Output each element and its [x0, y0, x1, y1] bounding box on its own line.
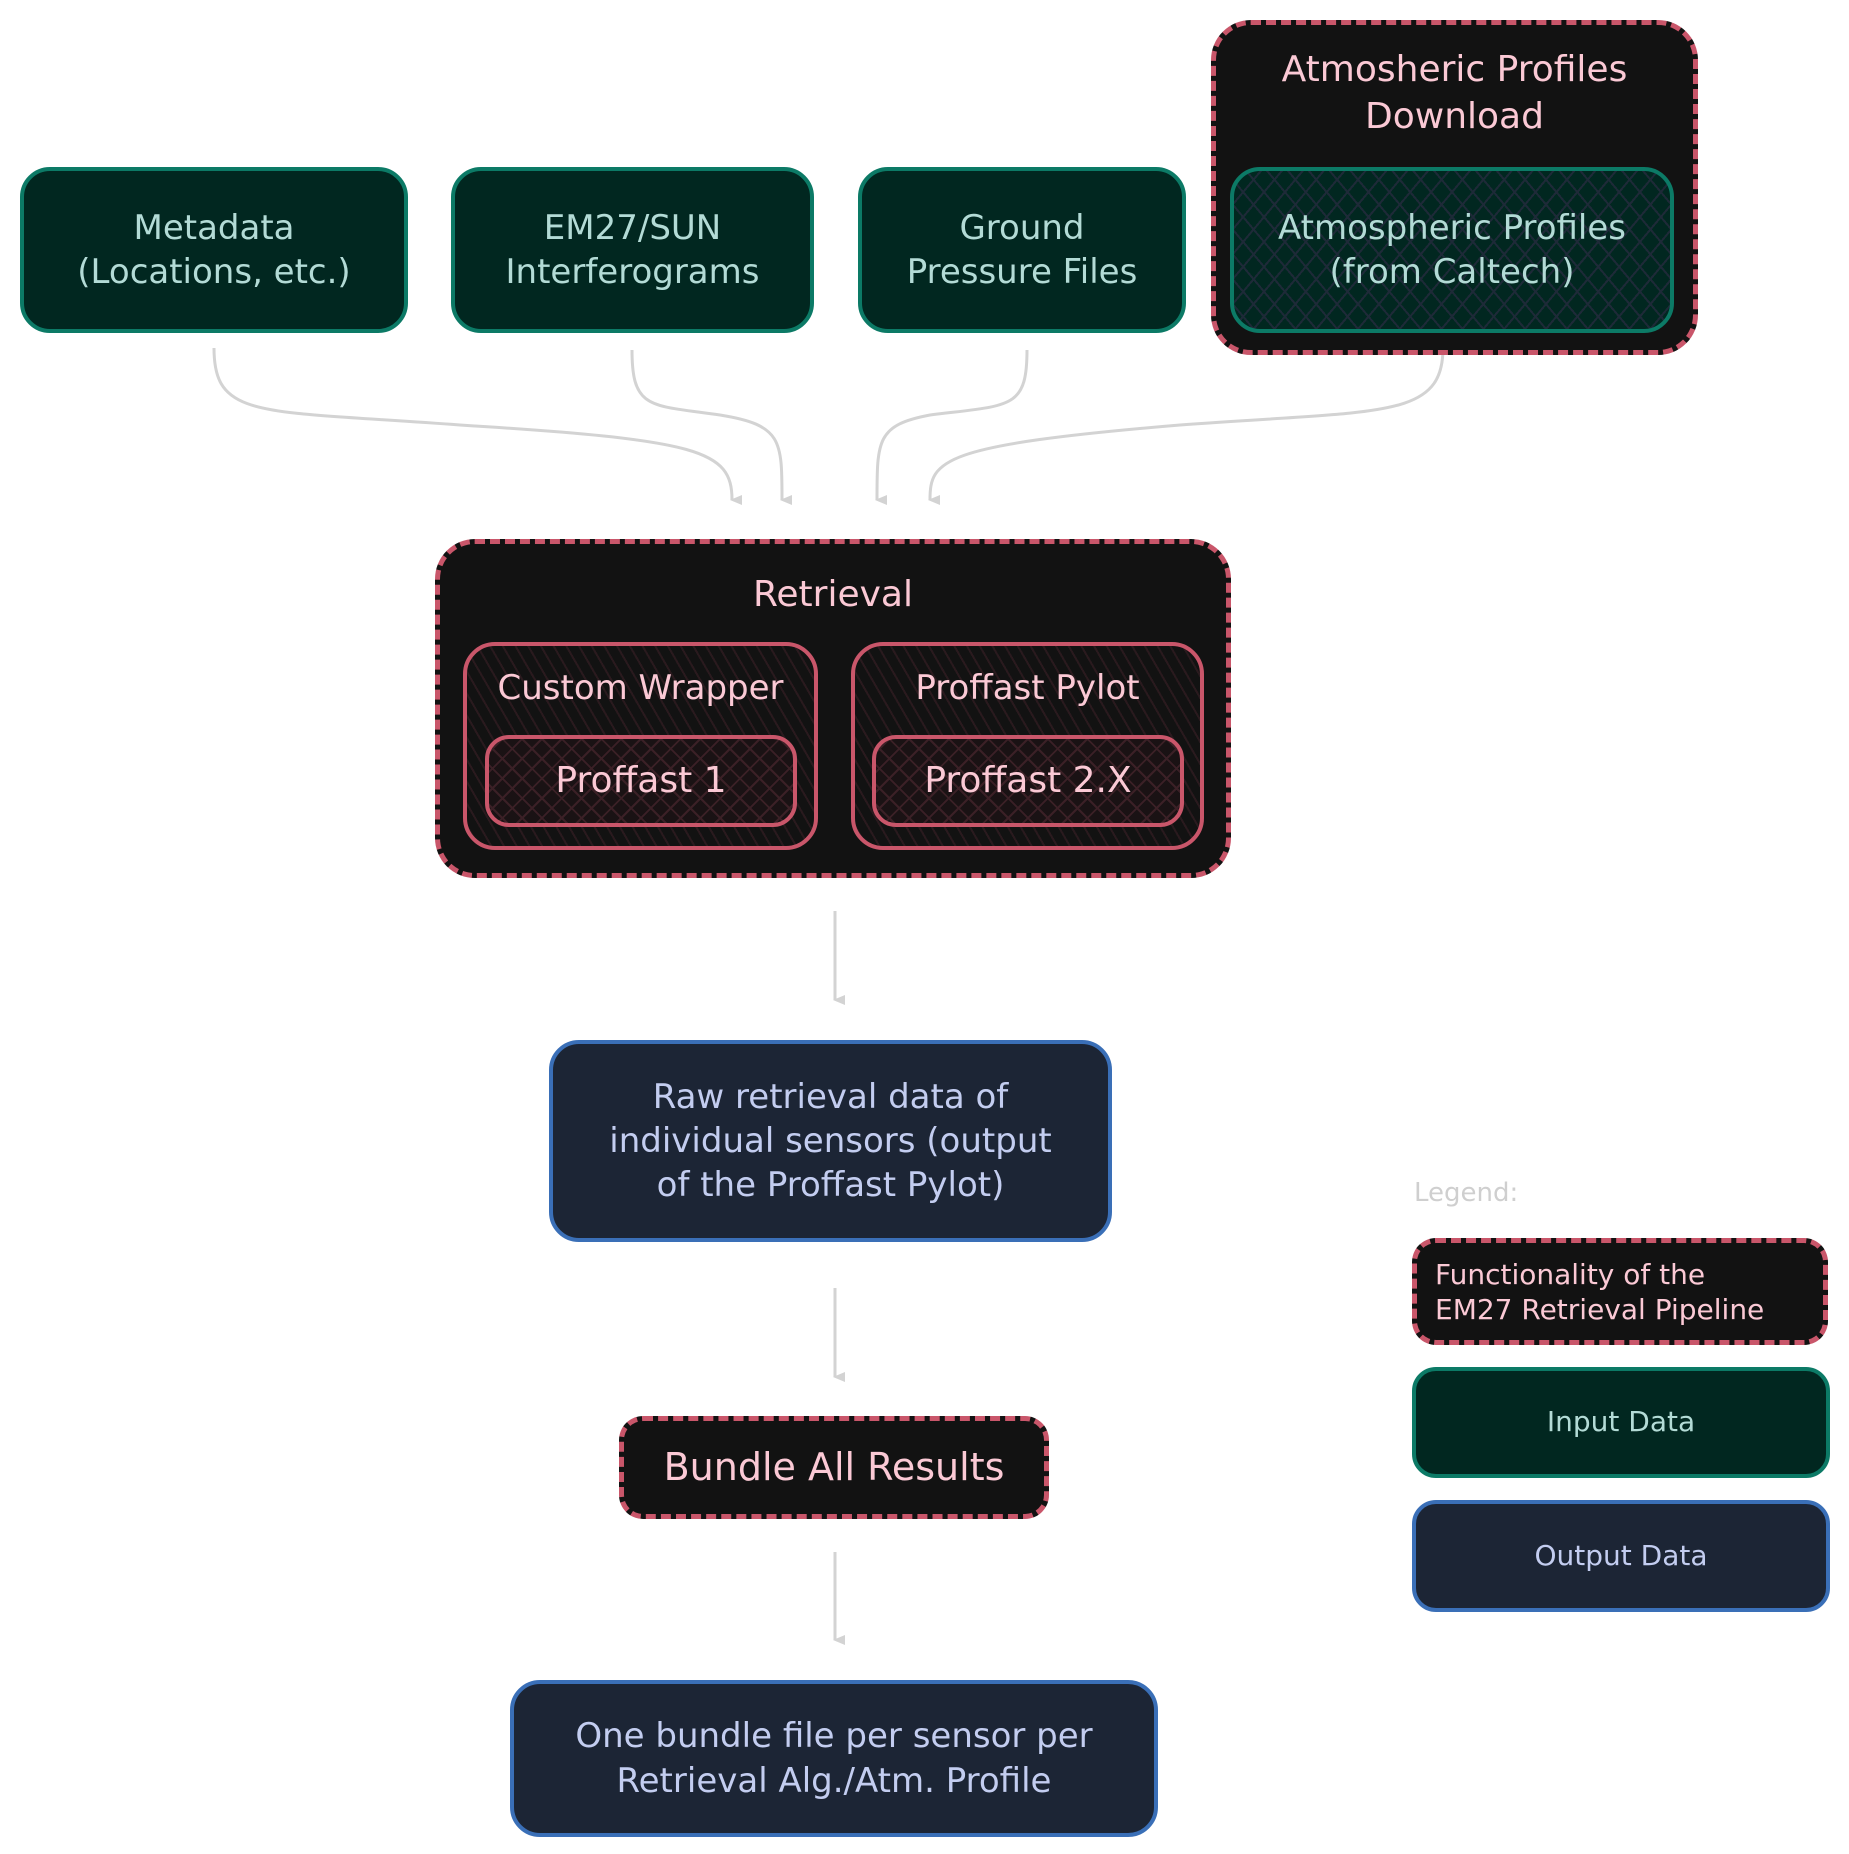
legend-input-label: Input Data	[1546, 1405, 1696, 1439]
arrow-atm-to-retrieval	[928, 347, 1445, 506]
legend-input: Input Data	[1412, 1367, 1830, 1478]
legend-functionality: Functionality of the EM27 Retrieval Pipe…	[1412, 1238, 1828, 1345]
retrieval-title: Retrieval	[753, 574, 913, 615]
proffast2-label: Proffast 2.X	[924, 759, 1132, 801]
custom-wrapper-label: Custom Wrapper	[497, 668, 784, 708]
legend-label: Legend:	[1414, 1178, 1519, 1208]
proffast2-box[interactable]: Proffast 2.X	[872, 735, 1184, 827]
input-ground-pressure-label: Ground Pressure Files	[906, 207, 1138, 292]
arrow-interferograms-to-retrieval	[630, 349, 793, 505]
input-metadata-box[interactable]: Metadata (Locations, etc.)	[20, 167, 408, 333]
atm-download-title: Atmosheric Profiles Download	[1281, 49, 1628, 137]
raw-retrieval-data-label: Raw retrieval data of individual sensors…	[609, 1076, 1052, 1206]
input-metadata-label: Metadata (Locations, etc.)	[77, 207, 351, 292]
proffast-pylot-label: Proffast Pylot	[915, 668, 1140, 708]
bundle-all-results-box[interactable]: Bundle All Results	[619, 1416, 1049, 1519]
input-ground-pressure-box[interactable]: Ground Pressure Files	[858, 167, 1186, 333]
arrow-metadata-to-retrieval	[212, 347, 743, 505]
atm-profiles-box[interactable]: Atmospheric Profiles (from Caltech)	[1230, 167, 1674, 333]
arrow-pressure-to-retrieval	[875, 349, 1029, 506]
bundle-file-label: One bundle file per sensor per Retrieval…	[575, 1716, 1093, 1801]
proffast1-label: Proffast 1	[555, 759, 727, 801]
proffast1-box[interactable]: Proffast 1	[485, 735, 797, 827]
input-interferograms-label: EM27/SUN Interferograms	[505, 207, 760, 292]
input-interferograms-box[interactable]: EM27/SUN Interferograms	[451, 167, 814, 333]
raw-retrieval-data-box[interactable]: Raw retrieval data of individual sensors…	[549, 1040, 1112, 1242]
legend-functionality-label: Functionality of the EM27 Retrieval Pipe…	[1435, 1257, 1765, 1326]
atm-profiles-label: Atmospheric Profiles (from Caltech)	[1277, 207, 1627, 292]
bundle-all-results-label: Bundle All Results	[663, 1444, 1005, 1489]
legend-output: Output Data	[1412, 1500, 1830, 1612]
bundle-file-box[interactable]: One bundle file per sensor per Retrieval…	[510, 1680, 1158, 1837]
legend-output-label: Output Data	[1534, 1538, 1708, 1572]
